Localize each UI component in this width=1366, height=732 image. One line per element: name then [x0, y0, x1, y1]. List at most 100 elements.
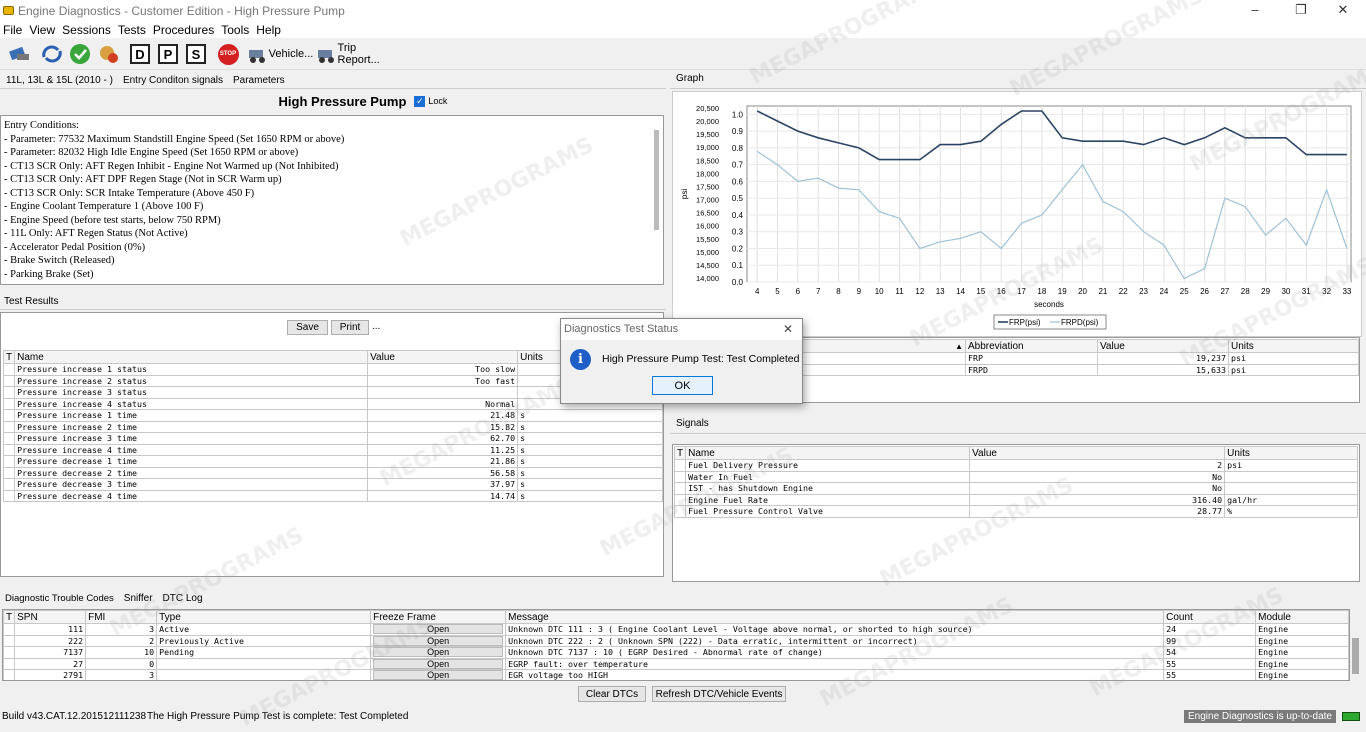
minimize-button[interactable]: – [1240, 2, 1270, 20]
table-row[interactable]: Pressure increase 3 time 62.70 s [2, 432, 663, 445]
x-tick-label: 27 [1220, 287, 1229, 296]
table-row[interactable]: 111 3 Active Open Unknown DTC 111 : 3 ( Engi… [3, 623, 1349, 636]
dtc-spn: 27 [14, 657, 87, 670]
more-button[interactable]: ... [372, 321, 380, 332]
tab-diagnostic-trouble-codes[interactable]: Diagnostic Trouble Codes [3, 591, 116, 607]
entry-scrollbar[interactable] [654, 130, 659, 230]
freeze-frame-open-button[interactable]: Open [373, 635, 504, 646]
row-flag [673, 493, 687, 506]
table-row[interactable]: 7137 10 Pending Open Unknown DTC 7137 : 10 (… [3, 646, 1349, 659]
x-tick-label: 6 [796, 287, 801, 296]
signals-header-type[interactable]: T [673, 446, 687, 460]
params-header-value[interactable]: Value [1097, 339, 1229, 353]
dtc-count: 99 [1163, 634, 1257, 647]
dtc-scrollbar[interactable] [1352, 638, 1359, 674]
checkmark-icon[interactable] [68, 42, 92, 66]
y-tick-label-right: 0.0 [732, 278, 744, 287]
row-flag [3, 657, 16, 670]
ok-button[interactable]: OK [652, 376, 713, 395]
menu-view[interactable]: View [26, 22, 58, 38]
y-tick-label-right: 0.5 [732, 194, 744, 203]
table-row[interactable]: Water In Fuel No [673, 470, 1358, 483]
save-button[interactable]: Save [287, 320, 328, 335]
x-tick-label: 4 [755, 287, 760, 296]
table-row[interactable]: Pressure decrease 2 time 56.58 s [2, 466, 663, 479]
menu-tools[interactable]: Tools [218, 22, 252, 38]
s-button[interactable]: S [184, 42, 208, 66]
table-row[interactable]: 222 2 Previously Active Open Unknown DTC 222… [3, 634, 1349, 647]
y-tick-label-left: 14,000 [696, 274, 719, 283]
result-value: 15.82 [367, 420, 519, 433]
results-header-type[interactable]: T [2, 350, 16, 364]
freeze-frame-open-button[interactable]: Open [373, 624, 504, 635]
table-row[interactable]: 27 0 Open EGRP fault: over temperature 55 Eng… [3, 657, 1349, 670]
table-row[interactable]: Fuel Pressure Control Valve 28.77% [673, 505, 1358, 518]
table-row[interactable]: Engine Fuel Rate 316.40 gal/hr [673, 493, 1358, 506]
table-row[interactable]: Pressure increase 1 time 21.48 s [2, 409, 663, 422]
signals-header-value[interactable]: Value [969, 446, 1226, 460]
tab-entry-condition-signals[interactable]: Entry Conditon signals [121, 73, 225, 89]
tab-test-results[interactable]: Test Results [0, 293, 666, 310]
vehicle-button[interactable]: Vehicle... [246, 42, 314, 66]
refresh-dtc-button[interactable]: Refresh DTC/Vehicle Events [652, 686, 786, 702]
y-tick-label-right: 0.4 [732, 211, 744, 220]
y-tick-label-left: 18,000 [696, 169, 719, 178]
stop-icon: STOP [217, 43, 239, 65]
tab-parameters[interactable]: Parameters [231, 73, 287, 89]
tab-signals[interactable]: Signals [670, 414, 1366, 434]
menu-sessions[interactable]: Sessions [59, 22, 114, 38]
maximize-button[interactable]: ❐ [1286, 2, 1316, 20]
p-button[interactable]: P [156, 42, 180, 66]
dtc-header-type-flag[interactable]: T [3, 610, 16, 624]
menu-file[interactable]: File [0, 22, 25, 38]
results-header-name[interactable]: Name [14, 350, 369, 364]
table-row[interactable]: Pressure decrease 1 time 21.86 s [2, 455, 663, 468]
freeze-frame-open-button[interactable]: Open [373, 670, 504, 680]
row-flag [2, 455, 16, 468]
table-row[interactable]: 2791 3 Open EGR voltage too HIGH 55 Engine [3, 669, 1349, 680]
dtc-header-module[interactable]: Module [1255, 610, 1349, 624]
tab-engine-family[interactable]: 11L, 13L & 15L (2010 - ) [4, 73, 115, 89]
params-header-abbreviation[interactable]: Abbreviation [965, 339, 1098, 353]
table-row[interactable]: IST - has Shutdown Engine No [673, 482, 1358, 495]
d-button[interactable]: D [128, 42, 152, 66]
close-window-button[interactable]: ✕ [1328, 2, 1358, 20]
menu-procedures[interactable]: Procedures [150, 22, 217, 38]
row-flag [2, 374, 16, 387]
dtc-header-freeze-frame[interactable]: Freeze Frame [370, 610, 507, 624]
table-row[interactable]: Pressure decrease 4 time 14.74 s [2, 489, 663, 502]
test-status-dialog: Diagnostics Test Status ✕ i High Pressur… [560, 318, 803, 404]
table-row[interactable]: Pressure increase 2 time 15.82 s [2, 420, 663, 433]
clear-dtcs-button[interactable]: Clear DTCs [578, 686, 646, 702]
lock-checkbox[interactable]: ✓ [414, 95, 426, 107]
freeze-frame-open-button[interactable]: Open [373, 647, 504, 658]
connect-icon[interactable] [6, 42, 34, 66]
table-row[interactable]: Pressure increase 4 time 11.25 s [2, 443, 663, 456]
row-flag [2, 478, 16, 491]
signal-value: 316.40 [969, 493, 1226, 506]
freeze-frame-open-button[interactable]: Open [373, 658, 504, 669]
stop-button[interactable]: STOP [216, 42, 240, 66]
trip-report-button[interactable]: Trip Report... [316, 42, 400, 66]
tab-dtc-log[interactable]: DTC Log [161, 591, 205, 607]
dtc-header-spn[interactable]: SPN [14, 610, 87, 624]
signals-header-name[interactable]: Name [685, 446, 971, 460]
dtc-header-count[interactable]: Count [1163, 610, 1257, 624]
results-header-value[interactable]: Value [367, 350, 519, 364]
table-row[interactable]: Pressure decrease 3 time 37.97 s [2, 478, 663, 491]
params-header-units[interactable]: Units [1228, 339, 1359, 353]
tab-graph[interactable]: Graph [670, 71, 1366, 89]
menu-help[interactable]: Help [253, 22, 284, 38]
refresh-icon[interactable] [38, 42, 66, 66]
tools-icon[interactable] [96, 42, 122, 66]
signal-units [1224, 470, 1358, 483]
print-button[interactable]: Print [331, 320, 369, 335]
menu-tests[interactable]: Tests [115, 22, 149, 38]
tab-sniffer[interactable]: Sniffer [122, 591, 155, 607]
signals-header-units[interactable]: Units [1224, 446, 1358, 460]
dtc-header-message[interactable]: Message [505, 610, 1165, 624]
table-row[interactable]: Fuel Delivery Pressure 2 psi [673, 459, 1358, 472]
dialog-close-button[interactable]: ✕ [783, 322, 793, 336]
dtc-header-type[interactable]: Type [156, 610, 372, 624]
dtc-header-fmi[interactable]: FMI [85, 610, 158, 624]
